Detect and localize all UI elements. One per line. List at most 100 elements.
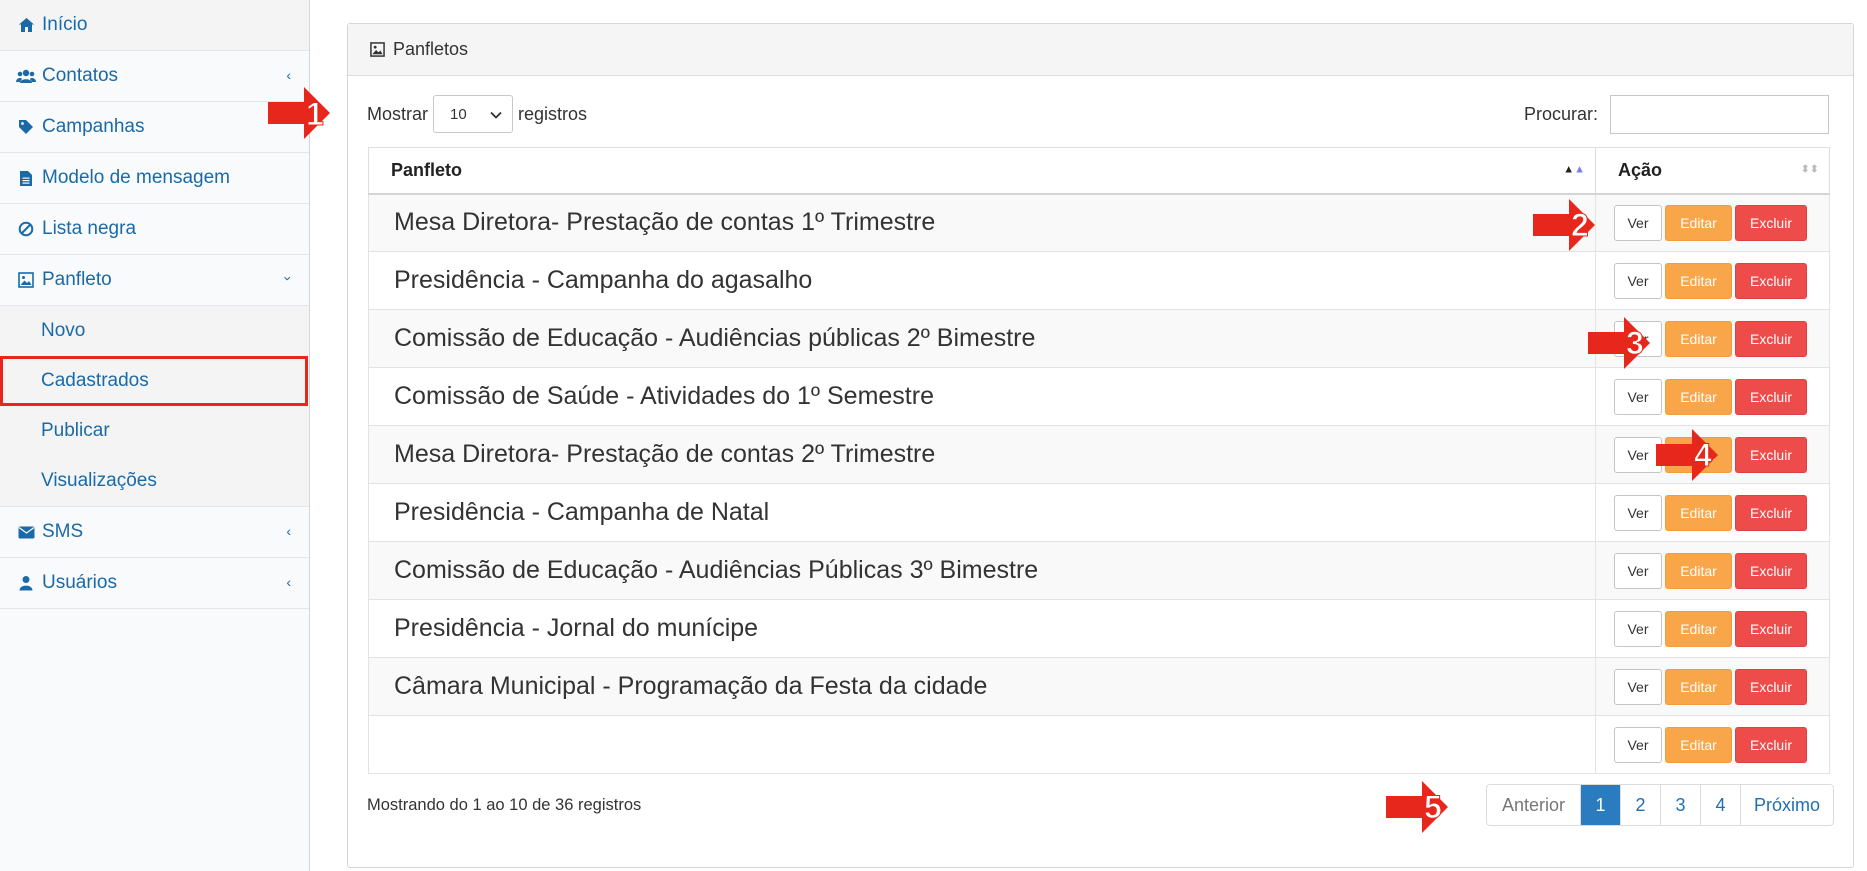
panfleto-title: Comissão de Saúde - Atividades do 1º Sem… <box>368 367 1596 426</box>
table-row: Comissão de Saúde - Atividades do 1º Sem… <box>368 367 1830 426</box>
sidebar-item-label: Usuários <box>42 572 117 593</box>
table-header-row: Panfleto ▲▲ Ação ⬍⬍ <box>368 147 1830 195</box>
panel-header: Panfletos <box>348 24 1853 76</box>
ban-icon <box>16 219 36 239</box>
panfleto-title: Comissão de Educação - Audiências públic… <box>368 309 1596 368</box>
user-icon <box>16 573 36 593</box>
sidebar-item-usuarios[interactable]: Usuários ‹ <box>0 558 309 609</box>
page-length-select[interactable]: 10 <box>433 95 514 133</box>
row-actions: VerEditarExcluir <box>1595 251 1830 310</box>
annotation-label-4: 4 <box>1694 437 1713 474</box>
delete-button[interactable]: Excluir <box>1735 726 1807 763</box>
view-button[interactable]: Ver <box>1614 610 1662 647</box>
delete-button[interactable]: Excluir <box>1735 378 1807 415</box>
delete-button[interactable]: Excluir <box>1735 552 1807 589</box>
submenu-item-novo[interactable]: Novo <box>0 306 309 356</box>
panfleto-title: Mesa Diretora- Prestação de contas 2º Tr… <box>368 425 1596 484</box>
records-label: registros <box>518 103 588 124</box>
view-button[interactable]: Ver <box>1614 378 1662 415</box>
edit-button[interactable]: Editar <box>1665 726 1732 763</box>
row-actions: VerEditarExcluir <box>1595 541 1830 600</box>
annotation-label-1: 1 <box>306 96 325 133</box>
pagination-page-4[interactable]: 4 <box>1699 785 1740 825</box>
row-actions: VerEditarExcluir <box>1595 657 1830 716</box>
pagination-prev[interactable]: Anterior <box>1487 785 1580 825</box>
edit-button[interactable]: Editar <box>1665 378 1732 415</box>
panfletos-panel: Panfletos Mostrar 10 registros Procurar: <box>347 23 1854 868</box>
page-length-value: 10 <box>450 105 467 123</box>
sort-both-icon: ⬍⬍ <box>1800 163 1819 176</box>
search-input[interactable] <box>1610 94 1829 134</box>
view-button[interactable]: Ver <box>1614 668 1662 705</box>
page-length-control: Mostrar 10 registros <box>367 94 587 134</box>
delete-button[interactable]: Excluir <box>1735 204 1807 241</box>
view-button[interactable]: Ver <box>1614 552 1662 589</box>
table-row: Presidência - Campanha de Natal Ver Editar… <box>368 483 1830 542</box>
sidebar-item-label: Lista negra <box>42 218 137 239</box>
delete-button[interactable]: Excluir <box>1735 262 1807 299</box>
pagination-next[interactable]: Próximo <box>1739 785 1833 825</box>
chevron-down-icon: › <box>280 276 297 281</box>
submenu-item-visualizacoes[interactable]: Visualizações <box>0 456 309 506</box>
panfleto-title: Câmara Municipal - Programação da Festa … <box>368 657 1596 716</box>
chevron-down-icon <box>490 106 502 123</box>
search-control: Procurar: <box>1524 94 1829 134</box>
home-icon <box>16 15 36 35</box>
delete-button[interactable]: Excluir <box>1735 320 1807 357</box>
edit-button[interactable]: Editar <box>1665 262 1732 299</box>
tag-icon <box>16 117 36 137</box>
view-button[interactable]: Ver <box>1614 494 1662 531</box>
envelope-icon <box>16 522 36 542</box>
sidebar-item-label: SMS <box>42 521 84 542</box>
delete-button[interactable]: Excluir <box>1735 610 1807 647</box>
panfleto-title: Presidência - Campanha de Natal <box>368 483 1596 542</box>
panel-title: Panfletos <box>393 39 469 59</box>
row-actions: VerEditarExcluir <box>1595 599 1830 658</box>
edit-button[interactable]: Editar <box>1665 204 1732 241</box>
sidebar-item-campanhas[interactable]: Campanhas <box>0 102 309 153</box>
sidebar: Início Contatos ‹ Campanhas Modelo de me… <box>0 0 310 871</box>
delete-button[interactable]: Excluir <box>1735 494 1807 531</box>
annotation-label-5: 5 <box>1424 789 1443 826</box>
sidebar-item-modelo-de-mensagem[interactable]: Modelo de mensagem <box>0 153 309 204</box>
table-row: Mesa Diretora- Prestação de contas 2º Tr… <box>368 425 1830 484</box>
panfleto-title: Comissão de Educação - Audiências Públic… <box>368 541 1596 600</box>
users-icon <box>16 66 36 86</box>
submenu-item-publicar[interactable]: Publicar <box>0 406 309 456</box>
edit-button[interactable]: Editar <box>1665 610 1732 647</box>
table-row: Presidência - Campanha do agasalho Ver Edi… <box>368 251 1830 310</box>
sidebar-item-lista-negra[interactable]: Lista negra <box>0 204 309 255</box>
chevron-left-icon: ‹ <box>286 574 291 591</box>
sidebar-item-sms[interactable]: SMS ‹ <box>0 507 309 558</box>
sidebar-item-label: Modelo de mensagem <box>42 167 230 188</box>
view-button[interactable]: Ver <box>1614 262 1662 299</box>
submenu-item-cadastrados[interactable]: Cadastrados <box>0 356 308 406</box>
sidebar-item-inicio[interactable]: Início <box>0 0 309 51</box>
pagination: Anterior 1 2 3 4 Próximo <box>1485 784 1834 826</box>
delete-button[interactable]: Excluir <box>1735 668 1807 705</box>
pagination-page-2[interactable]: 2 <box>1619 785 1660 825</box>
column-header-acao[interactable]: Ação ⬍⬍ <box>1595 147 1830 195</box>
table-row: Presidência - Jornal do munícipe Ver Edita… <box>368 599 1830 658</box>
table-controls: Mostrar 10 registros Procurar: <box>367 94 1829 134</box>
chevron-left-icon: ‹ <box>286 67 291 84</box>
pagination-page-3[interactable]: 3 <box>1659 785 1700 825</box>
panfleto-title: Mesa Diretora- Prestação de contas 1º Tr… <box>368 193 1596 252</box>
table-row: Ver Editar Excluir <box>368 715 1830 774</box>
column-header-panfleto[interactable]: Panfleto ▲▲ <box>368 147 1596 195</box>
edit-button[interactable]: Editar <box>1665 668 1732 705</box>
edit-button[interactable]: Editar <box>1665 494 1732 531</box>
view-button[interactable]: Ver <box>1614 436 1662 473</box>
sidebar-item-label: Campanhas <box>42 116 145 137</box>
view-button[interactable]: Ver <box>1614 726 1662 763</box>
sidebar-item-panfleto[interactable]: Panfleto › <box>0 255 309 306</box>
column-header-label: Ação <box>1618 159 1663 180</box>
edit-button[interactable]: Editar <box>1665 552 1732 589</box>
sidebar-item-contatos[interactable]: Contatos ‹ <box>0 51 309 102</box>
table-info: Mostrando do 1 ao 10 de 36 registros <box>367 796 642 814</box>
panfleto-title <box>368 715 1596 774</box>
image-icon <box>16 270 36 290</box>
row-actions: VerEditarExcluir <box>1595 367 1830 426</box>
pagination-page-1[interactable]: 1 <box>1579 785 1620 825</box>
column-header-label: Panfleto <box>391 159 463 180</box>
